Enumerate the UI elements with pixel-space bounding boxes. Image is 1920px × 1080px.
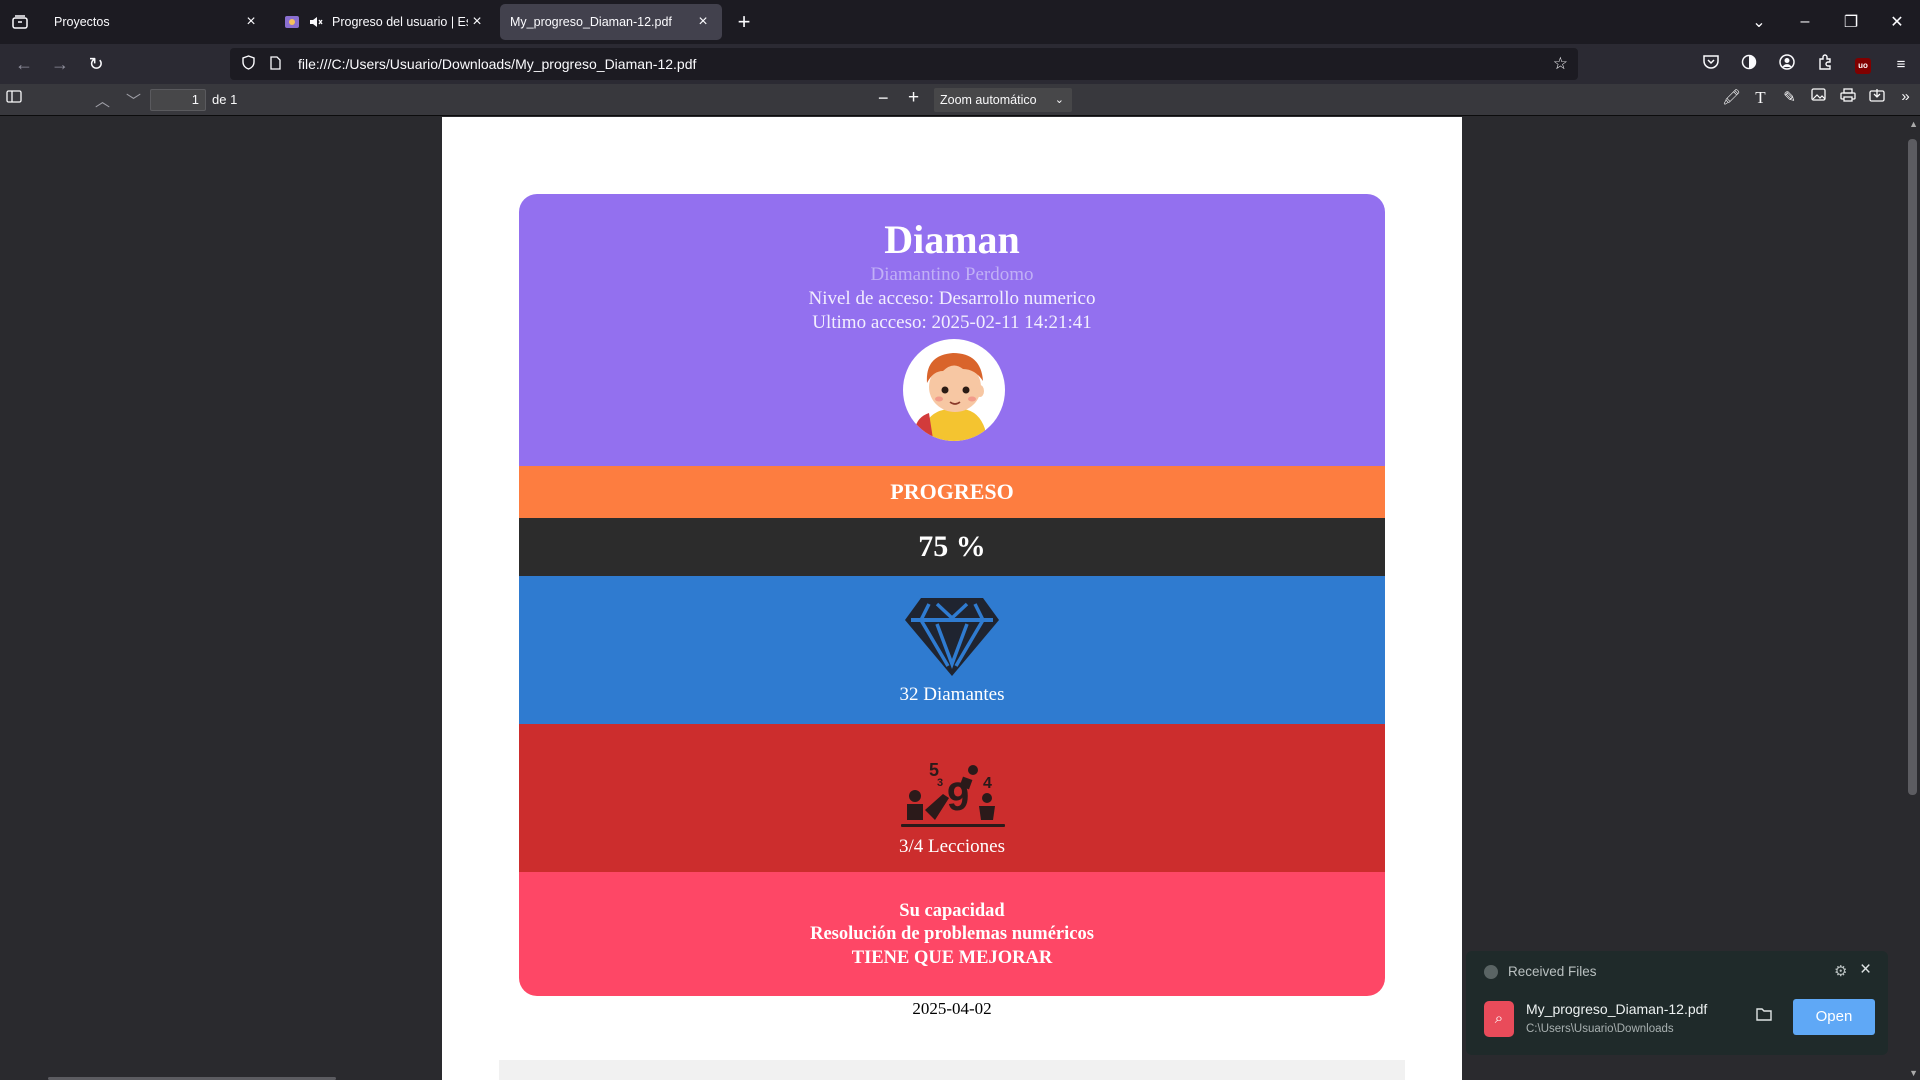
previous-page-icon[interactable]: ︿	[95, 90, 110, 111]
close-icon[interactable]: ×	[1860, 959, 1871, 981]
image-icon[interactable]	[1804, 88, 1833, 108]
restore-button[interactable]: ❐	[1828, 12, 1874, 32]
gear-icon[interactable]: ⚙	[1834, 962, 1847, 980]
menu-icon[interactable]: ≡	[1882, 56, 1920, 73]
last-access: Ultimo acceso: 2025-02-11 14:21:41	[812, 312, 1092, 333]
page-icon	[270, 55, 288, 73]
lessons-section: 5 9 4 3 3/4 Lecciones	[519, 724, 1385, 872]
address-bar[interactable]: file:///C:/Users/Usuario/Downloads/My_pr…	[230, 48, 1578, 80]
speaker-muted-icon[interactable]	[308, 15, 324, 29]
received-files-icon	[1484, 965, 1498, 979]
user-name: Diaman	[884, 217, 1020, 262]
draw-icon[interactable]: ✎	[1775, 88, 1804, 108]
progress-label: PROGRESO	[519, 466, 1385, 518]
diamonds-section: 32 Diamantes	[519, 576, 1385, 724]
math-kids-icon: 5 9 4 3	[901, 760, 1005, 827]
sidebar-toggle-icon[interactable]	[6, 90, 22, 107]
account-icon[interactable]	[1768, 54, 1806, 74]
tab-list-icon	[12, 15, 28, 29]
save-icon[interactable]	[1862, 88, 1891, 108]
close-tab-icon[interactable]: ×	[694, 13, 712, 31]
extensions-icon[interactable]	[1806, 54, 1844, 74]
highlight-icon[interactable]: 🖍︎	[1717, 88, 1746, 108]
received-files-panel: Received Files ⚙ × ⌕ My_progreso_Diaman-…	[1466, 951, 1888, 1055]
ability-title: Su capacidad	[899, 901, 1005, 921]
url-text: file:///C:/Users/Usuario/Downloads/My_pr…	[298, 56, 697, 72]
progress-card: Diaman Diamantino Perdomo Nivel de acces…	[519, 194, 1385, 996]
svg-text:4: 4	[983, 775, 992, 792]
page-number-input[interactable]: 1	[150, 89, 206, 111]
lessons-count: 3/4 Lecciones	[898, 836, 1006, 857]
close-tab-icon[interactable]: ×	[242, 13, 260, 31]
tab-label: My_progreso_Diaman-12.pdf	[510, 15, 672, 29]
ublock-icon[interactable]: uo	[1844, 55, 1882, 74]
received-files-title: Received Files	[1508, 964, 1597, 979]
scrollbar-thumb[interactable]	[1908, 139, 1917, 795]
new-tab-button[interactable]: +	[728, 6, 760, 38]
print-icon[interactable]	[1833, 88, 1862, 108]
next-page-icon[interactable]: ﹀	[126, 90, 141, 111]
reload-button[interactable]: ↻	[78, 48, 114, 80]
more-tools-icon[interactable]: »	[1891, 88, 1920, 108]
tab-overview-button[interactable]	[0, 0, 40, 44]
minimize-button[interactable]: –	[1782, 13, 1828, 31]
list-all-tabs-icon[interactable]: ⌄	[1736, 12, 1782, 32]
pdf-viewer[interactable]: Diaman Diamantino Perdomo Nivel de acces…	[0, 117, 1920, 1080]
favicon-icon	[284, 15, 300, 29]
pdf-toolbar: ︿ ﹀ 1 de 1 − + Zoom automático ⌄ 🖍︎ T ✎ …	[0, 84, 1920, 116]
open-file-button[interactable]: Open	[1793, 999, 1875, 1035]
zoom-out-button[interactable]: −	[878, 88, 889, 109]
page-count: de 1	[212, 92, 238, 107]
tab-strip: Proyectos × Progreso del usuario | Espa …	[0, 0, 1920, 44]
pdf-page: Diaman Diamantino Perdomo Nivel de acces…	[442, 117, 1462, 1080]
tab-proyectos[interactable]: Proyectos ×	[44, 4, 270, 40]
zoom-select-value: Zoom automático	[940, 93, 1037, 107]
ability-verdict: TIENE QUE MEJORAR	[851, 948, 1053, 968]
user-full-name: Diamantino Perdomo	[870, 264, 1034, 285]
report-date: 2025-04-02	[912, 999, 992, 1018]
progress-percent: 75 %	[519, 518, 1385, 576]
toolbar-icons: uo ≡	[1692, 44, 1920, 84]
shield-icon[interactable]	[242, 55, 260, 73]
profile-header: Diaman Diamantino Perdomo Nivel de acces…	[519, 194, 1385, 466]
text-icon[interactable]: T	[1746, 88, 1775, 108]
tab-pdf-active[interactable]: My_progreso_Diaman-12.pdf ×	[500, 4, 722, 40]
avatar	[903, 339, 1005, 441]
diamonds-count: 32 Diamantes	[899, 684, 1005, 705]
window-controls: ⌄ – ❐ ✕	[1736, 0, 1920, 44]
close-tab-icon[interactable]: ×	[468, 13, 486, 31]
page-bottom-block	[499, 1060, 1405, 1080]
vertical-scrollbar[interactable]: ▲ ▼	[1906, 117, 1920, 1080]
scroll-up-icon[interactable]: ▲	[1909, 119, 1918, 129]
tab-label: Proyectos	[54, 15, 110, 29]
svg-text:3: 3	[937, 777, 943, 789]
close-window-button[interactable]: ✕	[1874, 12, 1920, 32]
scroll-down-icon[interactable]: ▼	[1909, 1068, 1918, 1078]
ability-skill: Resolución de problemas numéricos	[810, 924, 1094, 944]
bookmark-star-icon[interactable]: ☆	[1553, 54, 1568, 74]
chevron-down-icon: ⌄	[1054, 94, 1064, 106]
annotation-tools: 🖍︎ T ✎ »	[1717, 88, 1920, 108]
navigation-toolbar: ← → ↻ file:///C:/Users/Usuario/Downloads…	[0, 44, 1920, 84]
zoom-in-button[interactable]: +	[908, 87, 919, 109]
access-level: Nivel de acceso: Desarrollo numerico	[808, 288, 1096, 309]
sync-icon[interactable]	[1730, 54, 1768, 74]
received-file-path: C:\Users\Usuario\Downloads	[1526, 1023, 1674, 1035]
received-file-name: My_progreso_Diaman-12.pdf	[1526, 1001, 1708, 1017]
diamond-icon	[905, 598, 999, 676]
back-button[interactable]: ←	[6, 48, 42, 80]
tab-label: Progreso del usuario | Espa	[332, 15, 468, 29]
ability-section: Su capacidad Resolución de problemas num…	[519, 872, 1385, 996]
pocket-icon[interactable]	[1692, 55, 1730, 73]
zoom-select[interactable]: Zoom automático ⌄	[934, 88, 1072, 112]
forward-button[interactable]: →	[42, 48, 78, 80]
pdf-file-icon: ⌕	[1484, 1001, 1514, 1037]
tab-progreso-usuario[interactable]: Progreso del usuario | Espa ×	[274, 4, 496, 40]
folder-icon[interactable]	[1756, 1007, 1772, 1025]
